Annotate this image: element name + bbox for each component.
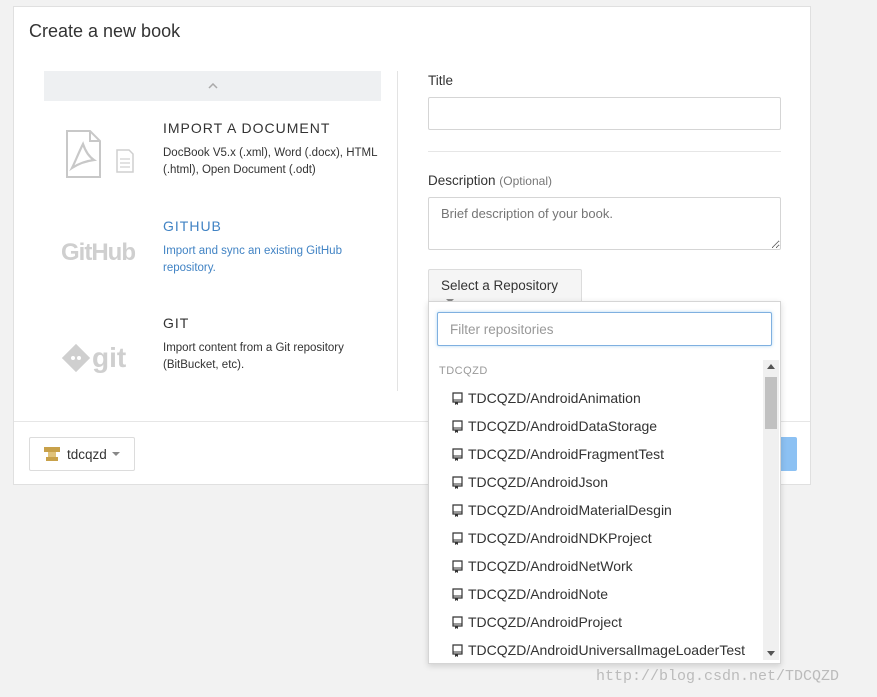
repo-name: TDCQZD/AndroidFragmentTest (468, 446, 665, 462)
repo-name: TDCQZD/AndroidNetWork (468, 558, 633, 574)
repo-name: TDCQZD/AndroidNote (468, 586, 609, 602)
modal-title: Create a new book (29, 21, 181, 41)
repo-list-item[interactable]: TDCQZD/AndroidDataStorage (429, 412, 762, 440)
import-git-option[interactable]: git GIT Import content from a Git reposi… (44, 315, 381, 405)
repo-name: TDCQZD/AndroidJson (468, 474, 609, 490)
repository-icon (452, 615, 463, 629)
account-label: tdcqzd (67, 446, 107, 462)
caret-down-icon (111, 452, 120, 456)
repo-name: TDCQZD/AndroidDataStorage (468, 418, 658, 434)
title-label: Title (428, 73, 454, 88)
scroll-up-button[interactable] (44, 71, 381, 101)
repository-icon (452, 643, 463, 657)
repo-list-scrollbar[interactable] (763, 360, 779, 660)
repo-name: TDCQZD/AndroidNDKProject (468, 530, 652, 546)
pdf-document-icon (62, 130, 152, 180)
select-repository-label: Select a Repository (441, 278, 559, 293)
import-github-option[interactable]: GitHub GITHUB Import and sync an existin… (44, 218, 381, 308)
repo-list-item[interactable]: TDCQZD/AndroidNDKProject (429, 524, 762, 552)
repo-list-item[interactable]: TDCQZD/AndroidFragmentTest (429, 440, 762, 468)
option-description: Import content from a Git repository (Bi… (163, 342, 344, 371)
git-logo-icon: git (61, 325, 152, 375)
repo-list-item[interactable]: TDCQZD/AndroidNote (429, 580, 762, 608)
create-book-button[interactable] (781, 437, 797, 471)
import-document-option[interactable]: IMPORT A DOCUMENT DocBook V5.x (.xml), W… (44, 120, 381, 210)
column-divider (397, 71, 398, 391)
form-divider (428, 151, 781, 152)
optional-hint: (Optional) (499, 174, 552, 188)
repo-list-item[interactable]: TDCQZD/AndroidAnimation (429, 384, 762, 412)
repo-list-item[interactable]: TDCQZD/AndroidMaterialDesgin (429, 496, 762, 524)
select-repository-button[interactable]: Select a Repository (428, 269, 582, 304)
repo-name: TDCQZD/AndroidUniversalImageLoaderTest (468, 642, 745, 658)
scroll-down-arrow-icon[interactable] (767, 651, 775, 656)
repo-list-item[interactable]: TDCQZD/AndroidUniversalImageLoaderTest (429, 636, 762, 664)
description-textarea[interactable] (428, 197, 781, 250)
repository-icon (452, 475, 463, 489)
watermark: http://blog.csdn.net/TDCQZD (596, 668, 840, 685)
description-label: Description (Optional) (428, 173, 552, 188)
description-label-text: Description (428, 173, 496, 188)
svg-text:GitHub: GitHub (62, 239, 135, 266)
scroll-thumb[interactable] (765, 377, 777, 429)
option-title: GITHUB (163, 218, 222, 234)
repo-name: TDCQZD/AndroidMaterialDesgin (468, 502, 672, 518)
option-title: IMPORT A DOCUMENT (163, 120, 331, 136)
scroll-up-arrow-icon[interactable] (767, 364, 775, 369)
repo-group-header: TDCQZD (439, 365, 488, 377)
repository-icon (452, 559, 463, 573)
repo-list-item[interactable]: TDCQZD/AndroidProject (429, 608, 762, 636)
repository-icon (452, 391, 463, 405)
repository-icon (452, 531, 463, 545)
github-logo-icon: GitHub (61, 228, 152, 278)
option-description: Import and sync an existing GitHub repos… (163, 245, 342, 274)
repository-icon (452, 447, 463, 461)
repository-icon (452, 503, 463, 517)
repository-dropdown: TDCQZD TDCQZD/AndroidAnimationTDCQZD/And… (428, 301, 781, 664)
account-selector-button[interactable]: tdcqzd (29, 437, 135, 471)
repo-list-item[interactable]: TDCQZD/AndroidJson (429, 468, 762, 496)
option-description: DocBook V5.x (.xml), Word (.docx), HTML … (163, 147, 378, 176)
repo-list: TDCQZD/AndroidAnimation TDCQZD/AndroidDat… (429, 384, 762, 664)
svg-text:git: git (92, 342, 126, 373)
repo-name: TDCQZD/AndroidAnimation (468, 390, 641, 406)
repo-list-item[interactable]: TDCQZD/AndroidNetWork (429, 552, 762, 580)
avatar (43, 445, 61, 463)
repository-icon (452, 587, 463, 601)
chevron-up-icon (207, 83, 218, 89)
repository-icon (452, 419, 463, 433)
repo-name: TDCQZD/AndroidProject (468, 614, 623, 630)
filter-repositories-input[interactable] (437, 312, 772, 346)
title-input[interactable] (428, 97, 781, 130)
option-title: GIT (163, 315, 190, 331)
